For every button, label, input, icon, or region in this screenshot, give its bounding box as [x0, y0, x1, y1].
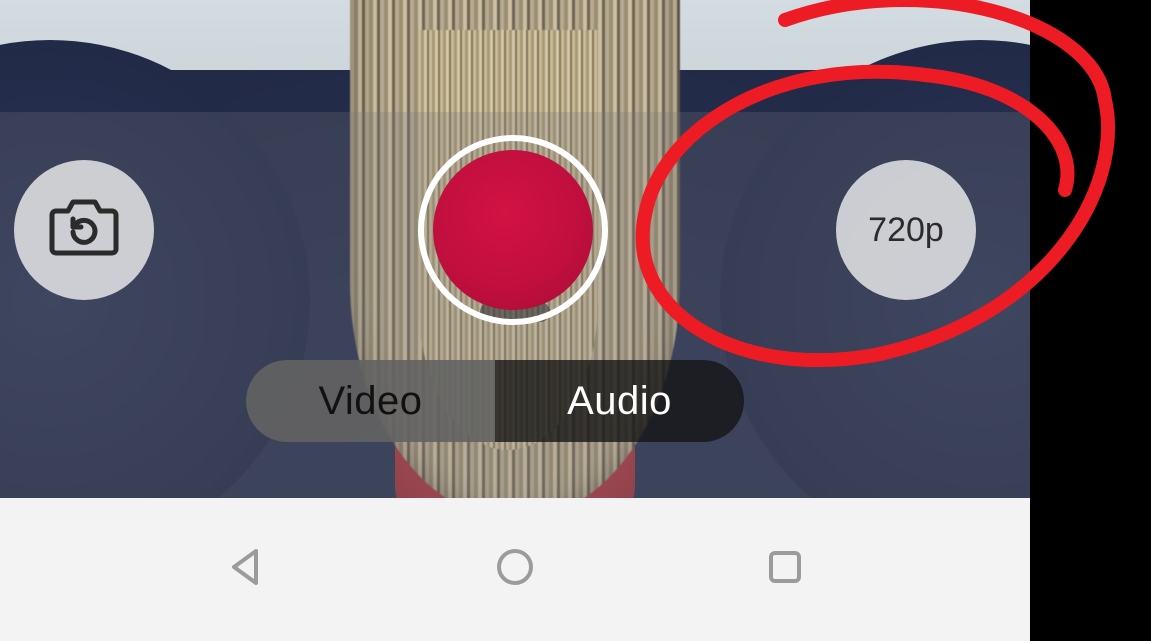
switch-camera-button[interactable]	[14, 160, 154, 300]
resolution-label: 720p	[868, 211, 944, 250]
nav-recents-button[interactable]	[761, 543, 809, 596]
recents-square-icon	[761, 543, 809, 591]
screen-black-edge	[1030, 0, 1151, 641]
nav-home-button[interactable]	[491, 543, 539, 596]
camera-flip-icon	[49, 195, 119, 266]
resolution-button[interactable]: 720p	[836, 160, 976, 300]
mode-selector[interactable]: Video Audio	[246, 360, 744, 442]
record-icon	[433, 150, 593, 310]
mode-option-audio[interactable]: Audio	[495, 360, 744, 442]
camera-app-screen: 720p Video Audio	[0, 0, 1151, 641]
back-triangle-icon	[222, 543, 270, 591]
home-circle-icon	[491, 543, 539, 591]
android-nav-bar	[0, 498, 1030, 641]
nav-back-button[interactable]	[222, 543, 270, 596]
record-button[interactable]	[418, 135, 608, 325]
mode-option-video[interactable]: Video	[246, 360, 495, 442]
